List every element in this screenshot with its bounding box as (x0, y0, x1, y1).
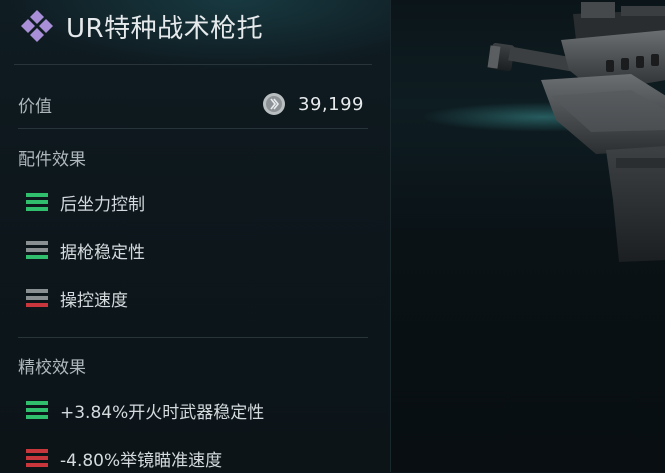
stat-level-bars (26, 289, 48, 307)
value-display: 39,199 (262, 92, 364, 116)
stat-level-bars (26, 401, 48, 419)
level-bar (26, 303, 48, 307)
level-bar (26, 241, 48, 245)
stat-label: 据枪稳定性 (60, 242, 145, 263)
stat-label: -4.80%举镜瞄准速度 (60, 450, 223, 471)
attachment-effects-title: 配件效果 (18, 150, 86, 170)
stat-level-bars (26, 241, 48, 259)
level-bar (26, 463, 48, 467)
stat-row-ads-speed: -4.80%举镜瞄准速度 (26, 443, 222, 473)
section-divider (18, 337, 368, 338)
stat-row-firing-stability: +3.84%开火时武器稳定性 (26, 395, 264, 425)
value-amount: 39,199 (298, 93, 364, 115)
rarity-diamond-icon (21, 10, 53, 42)
level-bar (26, 193, 48, 197)
level-bar (26, 255, 48, 259)
silver-coin-icon (263, 93, 286, 115)
level-bar (26, 449, 48, 453)
level-bar (26, 401, 48, 405)
calibration-effects-title: 精校效果 (18, 358, 86, 378)
value-divider (18, 128, 368, 129)
stat-row-handling-speed: 操控速度 (26, 283, 128, 313)
stat-label: +3.84%开火时武器稳定性 (60, 402, 265, 423)
level-bar (26, 207, 48, 211)
header-divider (14, 64, 372, 65)
value-row: 价值 39,199 (18, 88, 364, 120)
stat-level-bars (26, 193, 48, 211)
level-bar (26, 248, 48, 252)
stat-label: 操控速度 (60, 290, 128, 311)
weapon-preview[interactable] (390, 0, 665, 472)
item-header: UR特种战术枪托 (18, 8, 263, 44)
level-bar (26, 200, 48, 204)
value-label: 价值 (18, 96, 52, 117)
item-detail-panel: UR特种战术枪托 价值 39,199 配件效果 后坐力控制 据枪稳定性 操控速度… (0, 0, 390, 472)
stat-level-bars (26, 449, 48, 467)
stat-label: 后坐力控制 (60, 194, 145, 215)
level-bar (26, 289, 48, 293)
stat-row-recoil-control: 后坐力控制 (26, 187, 145, 217)
stat-row-aim-stability: 据枪稳定性 (26, 235, 145, 265)
level-bar (26, 408, 48, 412)
level-bar (26, 296, 48, 300)
level-bar (26, 415, 48, 419)
item-title: UR特种战术枪托 (66, 13, 264, 44)
rifle-model-image (487, 2, 665, 262)
level-bar (26, 456, 48, 460)
